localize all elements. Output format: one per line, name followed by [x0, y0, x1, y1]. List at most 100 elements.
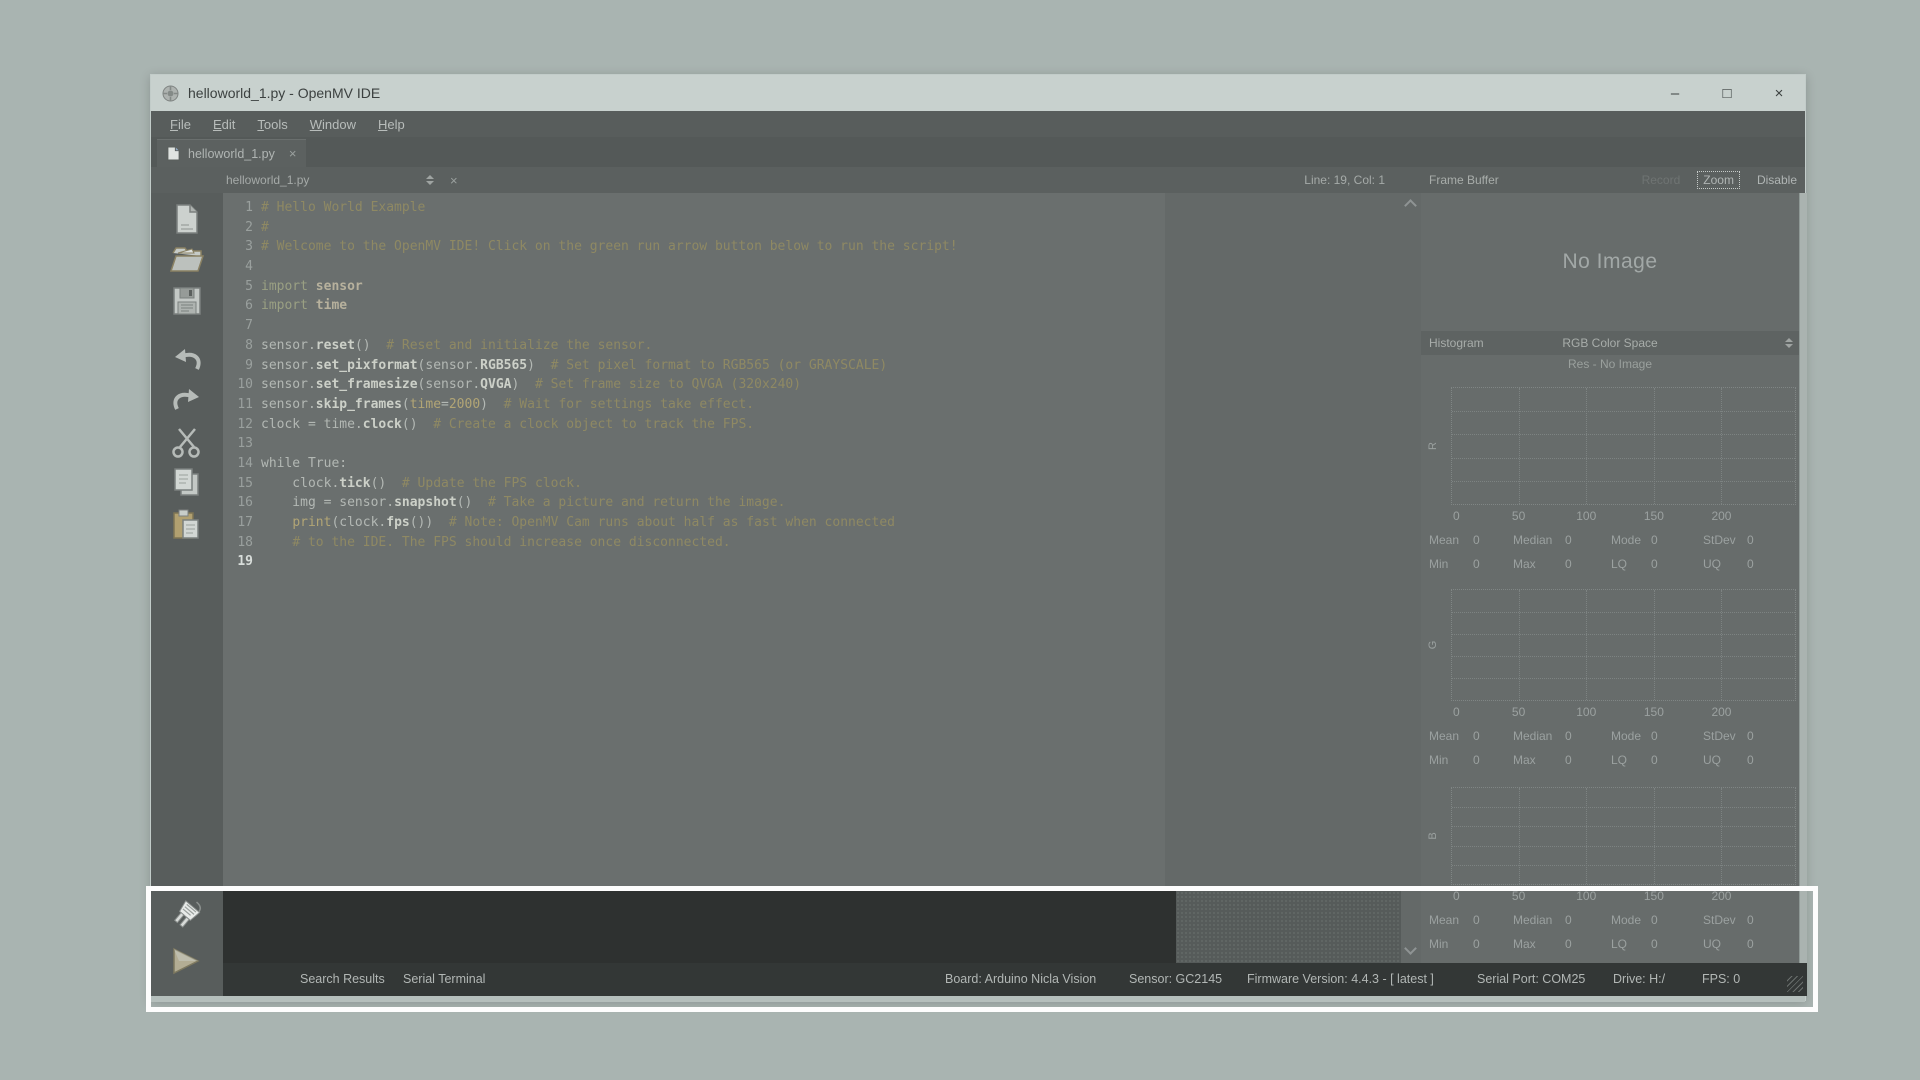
cut-button[interactable]	[169, 425, 205, 461]
scroll-down-icon[interactable]	[1404, 942, 1417, 955]
code-line: 11sensor.skip_frames(time=2000) # Wait f…	[223, 395, 1401, 415]
histogram-stats-row1: Mean0Median0Mode0StDev0	[1429, 725, 1791, 747]
editor-scrollbar[interactable]	[1401, 193, 1421, 963]
code-line: 17 print(clock.fps()) # Note: OpenMV Cam…	[223, 513, 1401, 533]
window-bottom-edge	[151, 996, 1805, 1002]
undo-button[interactable]	[169, 341, 205, 377]
plug-icon	[167, 897, 207, 939]
editor-toolbar: helloworld_1.py × Line: 19, Col: 1 Frame…	[151, 167, 1805, 193]
tab-bar: helloworld_1.py ×	[151, 137, 1805, 167]
menu-edit[interactable]: Edit	[202, 117, 246, 132]
frame-buffer-header: Frame Buffer Record Zoom Disable	[1421, 172, 1807, 188]
histogram-chart	[1451, 787, 1796, 885]
paste-button[interactable]	[169, 507, 205, 543]
code-line: 13	[223, 434, 1401, 454]
copy-icon	[169, 465, 205, 501]
color-space-spinner-icon[interactable]	[1785, 338, 1793, 348]
run-arrow-icon	[171, 947, 201, 975]
histogram-stats-row2: Min0Max0LQ0UQ0	[1429, 933, 1791, 955]
terminal-output[interactable]	[223, 891, 1176, 963]
new-file-button[interactable]	[169, 201, 205, 237]
pane-tab-search-results[interactable]: Search Results	[300, 972, 385, 986]
close-button-icon[interactable]: ×	[1753, 75, 1805, 111]
code-line: 10sensor.set_framesize(sensor.QVGA) # Se…	[223, 375, 1401, 395]
code-editor[interactable]: 1# Hello World Example2#3# Welcome to th…	[223, 193, 1401, 891]
code-line: 18 # to the IDE. The FPS should increase…	[223, 533, 1401, 553]
tab-close-icon[interactable]: ×	[289, 146, 297, 161]
status-board: Board: Arduino Nicla Vision	[945, 972, 1096, 986]
title-bar: helloworld_1.py - OpenMV IDE – □ ×	[151, 75, 1805, 111]
menu-file[interactable]: File	[159, 117, 202, 132]
code-line: 4	[223, 257, 1401, 277]
histogram-stats-row1: Mean0Median0Mode0StDev0	[1429, 529, 1791, 551]
code-line: 16 img = sensor.snapshot() # Take a pict…	[223, 493, 1401, 513]
spinner-icon[interactable]	[426, 175, 434, 185]
bottom-pane-filler	[1176, 891, 1401, 963]
histogram-stats-row2: Min0Max0LQ0UQ0	[1429, 553, 1791, 575]
channel-label: B	[1427, 826, 1439, 846]
save-file-button[interactable]	[169, 283, 205, 319]
no-image-placeholder: No Image	[1421, 193, 1799, 331]
open-file-button[interactable]	[169, 241, 205, 277]
code-line: 12clock = time.clock() # Create a clock …	[223, 415, 1401, 435]
channel-label: G	[1427, 635, 1439, 655]
redo-button[interactable]	[169, 381, 205, 417]
left-toolbar	[151, 193, 223, 996]
code-line: 9sensor.set_pixformat(sensor.RGB565) # S…	[223, 356, 1401, 376]
histogram-header: Histogram RGB Color Space	[1421, 331, 1799, 355]
histogram-chart	[1451, 589, 1796, 701]
scroll-up-icon[interactable]	[1404, 199, 1417, 212]
menu-help[interactable]: Help	[367, 117, 416, 132]
code-line: 15 clock.tick() # Update the FPS clock.	[223, 474, 1401, 494]
status-serial-port: Serial Port: COM25	[1477, 972, 1585, 986]
maximize-button-icon[interactable]: □	[1701, 75, 1753, 111]
color-space-select[interactable]: RGB Color Space	[1421, 336, 1799, 350]
code-line: 3# Welcome to the OpenMV IDE! Click on t…	[223, 237, 1401, 257]
connect-button[interactable]	[167, 897, 207, 939]
line-col-indicator: Line: 19, Col: 1	[1304, 173, 1385, 187]
new-file-icon	[169, 201, 205, 237]
histogram-axis: 050100150200	[1451, 509, 1796, 525]
cut-icon	[169, 425, 205, 461]
minimize-button-icon[interactable]: –	[1649, 75, 1701, 111]
zoom-button[interactable]: Zoom	[1698, 172, 1739, 188]
tab-helloworld[interactable]: helloworld_1.py ×	[157, 139, 306, 167]
code-line: 1# Hello World Example	[223, 198, 1401, 218]
histogram-axis: 050100150200	[1451, 705, 1796, 721]
menu-tools[interactable]: Tools	[246, 117, 298, 132]
paste-icon	[169, 507, 205, 543]
document-selector-label: helloworld_1.py	[226, 173, 426, 187]
resize-grip[interactable]	[1787, 976, 1803, 992]
disable-button[interactable]: Disable	[1757, 173, 1797, 187]
tab-label: helloworld_1.py	[188, 147, 275, 161]
undo-icon	[169, 341, 205, 377]
status-drive: Drive: H:/	[1613, 972, 1665, 986]
code-line: 19	[223, 552, 1401, 572]
openmv-logo-icon	[162, 85, 179, 102]
channel-label: R	[1427, 436, 1439, 456]
menu-window[interactable]: Window	[299, 117, 367, 132]
code-line: 8sensor.reset() # Reset and initialize t…	[223, 336, 1401, 356]
pane-tab-serial-terminal[interactable]: Serial Terminal	[403, 972, 485, 986]
code-line: 5import sensor	[223, 277, 1401, 297]
redo-icon	[169, 381, 205, 417]
window-title: helloworld_1.py - OpenMV IDE	[188, 85, 380, 101]
histogram-stats-row2: Min0Max0LQ0UQ0	[1429, 749, 1791, 771]
code-line: 7	[223, 316, 1401, 336]
record-button[interactable]: Record	[1642, 173, 1681, 187]
open-file-icon	[169, 241, 205, 277]
run-script-button[interactable]	[171, 947, 201, 975]
document-selector[interactable]: helloworld_1.py ×	[226, 173, 481, 188]
status-bar: Search Results Serial Terminal Board: Ardu…	[223, 963, 1807, 996]
resolution-label: Res - No Image	[1421, 357, 1799, 371]
openmv-ide-window: helloworld_1.py - OpenMV IDE – □ × FileE…	[150, 74, 1806, 1001]
panel-scrollbar[interactable]	[1799, 193, 1807, 963]
copy-button[interactable]	[169, 465, 205, 501]
frame-buffer-title: Frame Buffer	[1429, 173, 1499, 187]
status-fps: FPS: 0	[1702, 972, 1740, 986]
save-file-icon	[169, 283, 205, 319]
menu-bar: FileEditToolsWindowHelp	[151, 111, 1805, 137]
code-line: 2#	[223, 218, 1401, 238]
document-close-icon[interactable]: ×	[450, 173, 458, 188]
histogram-stats-row1: Mean0Median0Mode0StDev0	[1429, 909, 1791, 931]
